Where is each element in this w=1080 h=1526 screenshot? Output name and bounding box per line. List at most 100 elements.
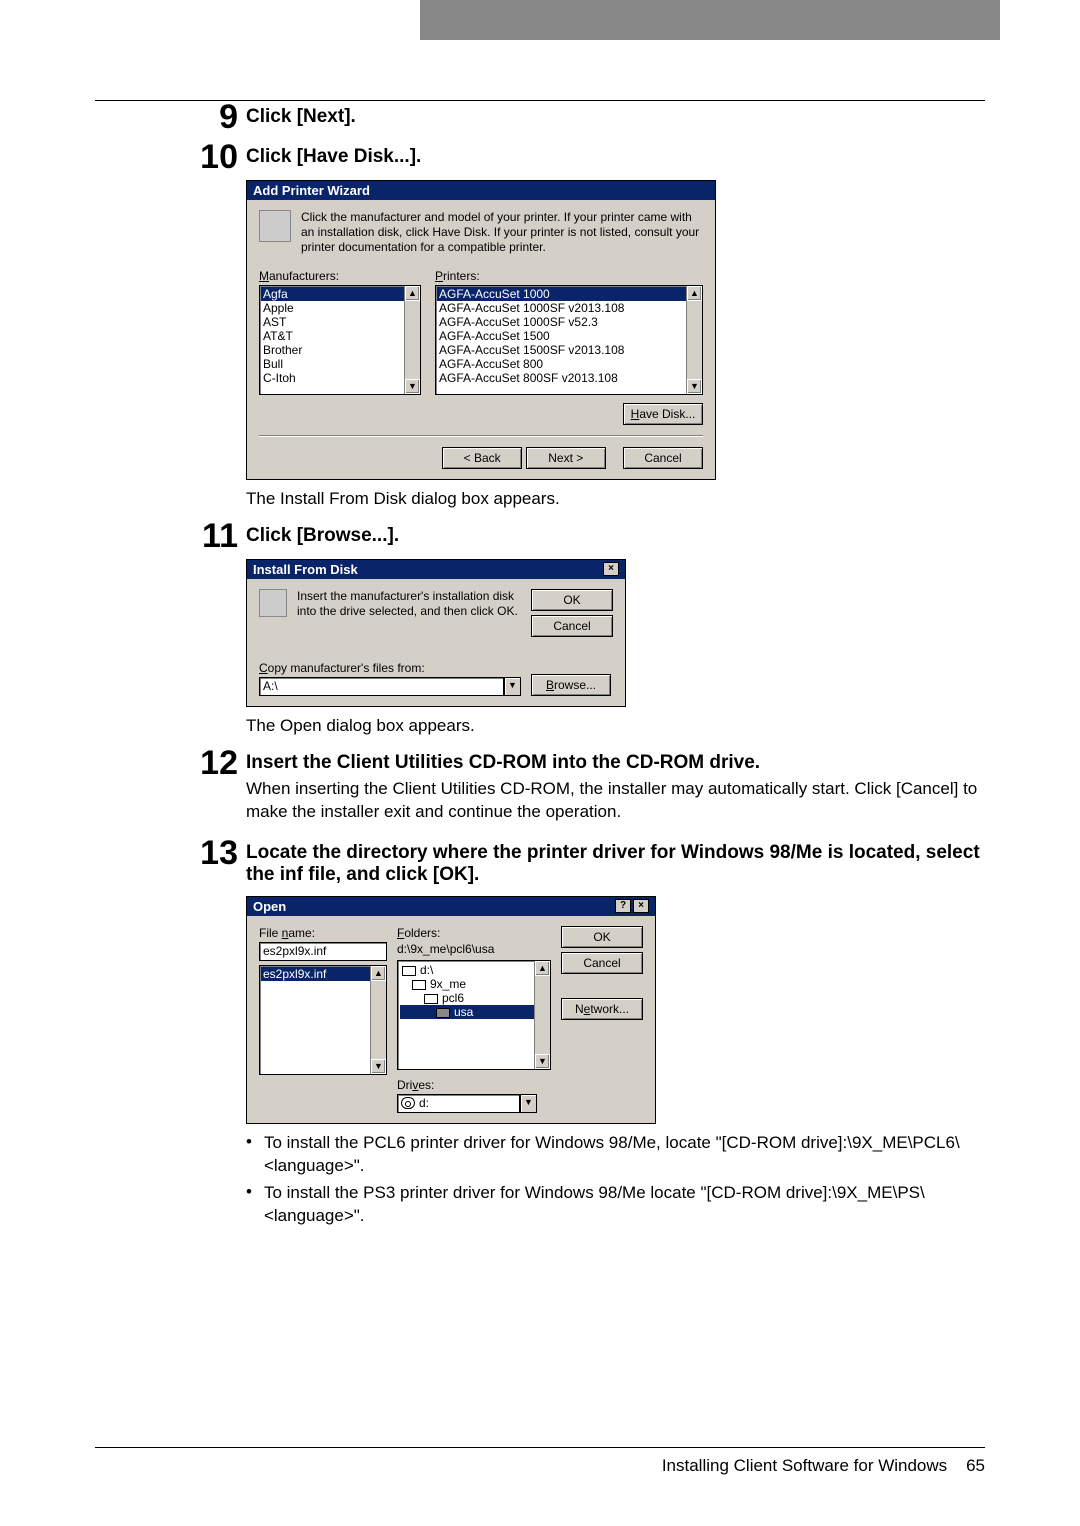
copy-from-label: Copy manufacturer's files from: <box>259 661 521 675</box>
list-item[interactable]: AGFA-AccuSet 1500 <box>437 329 701 343</box>
list-item[interactable]: AGFA-AccuSet 1500SF v2013.108 <box>437 343 701 357</box>
titlebar: Install From Disk × <box>247 560 625 579</box>
have-disk-button[interactable]: Have Disk... <box>623 403 703 425</box>
folders-listbox[interactable]: d:\ 9x_me pcl6 usa ▲ ▼ <box>397 960 551 1070</box>
scroll-down-icon[interactable]: ▼ <box>535 1054 550 1069</box>
step-13: 13 Locate the directory where the printe… <box>186 836 985 890</box>
wizard-info-text: Click the manufacturer and model of your… <box>301 210 703 255</box>
filename-label: File name: <box>259 926 387 940</box>
scrollbar[interactable]: ▲ ▼ <box>686 286 702 394</box>
folder-icon <box>424 994 438 1004</box>
top-rule <box>95 100 985 101</box>
drive-select[interactable]: d: <box>397 1094 520 1113</box>
list-item[interactable]: AT&T <box>261 329 419 343</box>
printer-icon <box>259 210 291 242</box>
help-icon[interactable]: ? <box>615 899 631 913</box>
dropdown-icon[interactable]: ▼ <box>504 677 521 696</box>
step-11: 11 Click [Browse...]. <box>186 519 985 553</box>
back-button[interactable]: < Back <box>442 447 522 469</box>
step-title: Click [Have Disk...]. <box>246 146 985 168</box>
cancel-button[interactable]: Cancel <box>561 952 643 974</box>
list-item[interactable]: Apple <box>261 301 419 315</box>
step-text: When inserting the Client Utilities CD-R… <box>246 778 985 824</box>
ok-button[interactable]: OK <box>531 589 613 611</box>
footer-text: Installing Client Software for Windows <box>662 1456 947 1475</box>
folder-item[interactable]: 9x_me <box>400 977 548 991</box>
step-9: 9 Click [Next]. <box>186 100 985 134</box>
bullet-mark: • <box>246 1132 252 1178</box>
scroll-down-icon[interactable]: ▼ <box>371 1059 386 1074</box>
bullet-item: • To install the PCL6 printer driver for… <box>246 1132 985 1178</box>
next-button[interactable]: Next > <box>526 447 606 469</box>
list-item[interactable]: AGFA-AccuSet 800 <box>437 357 701 371</box>
list-item[interactable]: AGFA-AccuSet 1000SF v52.3 <box>437 315 701 329</box>
current-path: d:\9x_me\pcl6\usa <box>397 942 551 956</box>
step-title: Locate the directory where the printer d… <box>246 842 985 886</box>
printers-label: Printers: <box>435 269 703 283</box>
step-10-after: The Install From Disk dialog box appears… <box>246 488 985 511</box>
bullet-item: • To install the PS3 printer driver for … <box>246 1182 985 1228</box>
folder-item[interactable]: pcl6 <box>400 991 548 1005</box>
folder-item[interactable]: d:\ <box>400 963 548 977</box>
scroll-up-icon[interactable]: ▲ <box>371 966 386 981</box>
step-11-after: The Open dialog box appears. <box>246 715 985 738</box>
folder-icon <box>402 966 416 976</box>
scroll-up-icon[interactable]: ▲ <box>535 961 550 976</box>
cancel-button[interactable]: Cancel <box>623 447 703 469</box>
bullet-text: To install the PS3 printer driver for Wi… <box>264 1182 985 1228</box>
bullet-mark: • <box>246 1182 252 1228</box>
step-number: 9 <box>186 100 238 134</box>
list-item[interactable]: Bull <box>261 357 419 371</box>
list-item[interactable]: AGFA-AccuSet 1000SF v2013.108 <box>437 301 701 315</box>
titlebar: Open ? × <box>247 897 655 916</box>
folder-item[interactable]: usa <box>400 1005 548 1019</box>
cd-drive-icon <box>401 1097 415 1109</box>
bullet-text: To install the PCL6 printer driver for W… <box>264 1132 985 1178</box>
cancel-button[interactable]: Cancel <box>531 615 613 637</box>
scroll-up-icon[interactable]: ▲ <box>687 286 702 301</box>
titlebar: Add Printer Wizard <box>247 181 715 200</box>
step-number: 12 <box>186 746 238 780</box>
step-title: Click [Next]. <box>246 106 985 128</box>
folders-label: Folders: <box>397 926 551 940</box>
manufacturers-label: Manufacturers: <box>259 269 421 283</box>
list-item[interactable]: AST <box>261 315 419 329</box>
scroll-down-icon[interactable]: ▼ <box>687 379 702 394</box>
install-info-text: Insert the manufacturer's installation d… <box>297 589 521 637</box>
folder-icon <box>412 980 426 990</box>
dialog-title: Open <box>253 899 286 914</box>
list-item[interactable]: es2pxl9x.inf <box>261 967 385 981</box>
copy-from-input[interactable]: A:\ <box>259 677 504 696</box>
browse-button[interactable]: Browse... <box>531 674 611 696</box>
manufacturers-listbox[interactable]: Agfa Apple AST AT&T Brother Bull C-Itoh … <box>259 285 421 395</box>
scrollbar[interactable]: ▲ ▼ <box>370 966 386 1074</box>
ok-button[interactable]: OK <box>561 926 643 948</box>
list-item[interactable]: Agfa <box>261 287 419 301</box>
close-icon[interactable]: × <box>603 562 619 576</box>
scrollbar[interactable]: ▲ ▼ <box>534 961 550 1069</box>
list-item[interactable]: C-Itoh <box>261 371 419 385</box>
step-12: 12 Insert the Client Utilities CD-ROM in… <box>186 746 985 830</box>
step-number: 10 <box>186 140 238 174</box>
list-item[interactable]: AGFA-AccuSet 800SF v2013.108 <box>437 371 701 385</box>
close-icon[interactable]: × <box>633 899 649 913</box>
dropdown-icon[interactable]: ▼ <box>520 1094 537 1113</box>
step-number: 11 <box>186 519 238 553</box>
step-title: Insert the Client Utilities CD-ROM into … <box>246 752 985 774</box>
filename-input[interactable]: es2pxl9x.inf <box>259 942 387 961</box>
scrollbar[interactable]: ▲ ▼ <box>404 286 420 394</box>
network-button[interactable]: Network... <box>561 998 643 1020</box>
dialog-title: Add Printer Wizard <box>253 183 370 198</box>
printers-listbox[interactable]: AGFA-AccuSet 1000 AGFA-AccuSet 1000SF v2… <box>435 285 703 395</box>
list-item[interactable]: Brother <box>261 343 419 357</box>
add-printer-wizard-dialog: Add Printer Wizard Click the manufacture… <box>246 180 716 480</box>
list-item[interactable]: AGFA-AccuSet 1000 <box>437 287 701 301</box>
step-title: Click [Browse...]. <box>246 525 985 547</box>
drives-label: Drives: <box>397 1078 551 1092</box>
scroll-up-icon[interactable]: ▲ <box>405 286 420 301</box>
step-number: 13 <box>186 836 238 870</box>
scroll-down-icon[interactable]: ▼ <box>405 379 420 394</box>
file-listbox[interactable]: es2pxl9x.inf ▲ ▼ <box>259 965 387 1075</box>
page-number: 65 <box>966 1456 985 1475</box>
page-footer: Installing Client Software for Windows 6… <box>95 1447 985 1476</box>
